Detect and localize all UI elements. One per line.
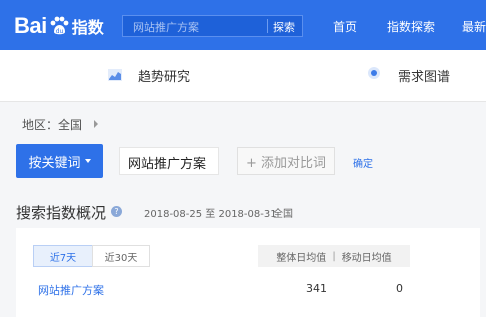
column-overall-daily-avg: 整体日均值 bbox=[276, 252, 327, 264]
sub-navigation: 趋势研究 需求图谱 bbox=[0, 50, 486, 102]
keyword-input-value: 网站推广方案 bbox=[128, 157, 207, 172]
svg-text:du: du bbox=[55, 28, 63, 35]
keyword-input[interactable]: 网站推广方案 bbox=[119, 147, 219, 175]
region-selector[interactable]: 地区：全国 bbox=[22, 116, 82, 133]
chevron-right-icon[interactable] bbox=[94, 120, 98, 128]
tab-30-days[interactable]: 近30天 bbox=[92, 245, 150, 267]
page-title: 搜索指数概况 bbox=[16, 204, 107, 222]
top-header: Bai du 指数 网站推广方案 探索 首页 指数探索 最新 bbox=[0, 0, 486, 50]
logo-suffix: 指数 bbox=[71, 18, 104, 37]
area-label: 全国 bbox=[273, 209, 293, 220]
help-icon[interactable]: ? bbox=[111, 206, 122, 217]
caret-down-icon bbox=[84, 159, 91, 163]
tab-trend-research[interactable]: 趋势研究 bbox=[138, 66, 190, 85]
search-divider bbox=[267, 19, 268, 33]
date-range: 2018-08-25 至 2018-08-31 bbox=[144, 209, 277, 220]
baidu-index-logo[interactable]: Bai du 指数 bbox=[14, 12, 104, 40]
baidu-paw-icon: du bbox=[48, 15, 70, 37]
column-divider: | bbox=[332, 250, 336, 262]
column-mobile-daily-avg: 移动日均值 bbox=[341, 252, 392, 264]
main-content: 地区：全国 按关键词 网站推广方案 + 添加对比词 确定 搜索指数概况 ? 20… bbox=[0, 102, 486, 317]
logo-text: Bai bbox=[14, 13, 47, 38]
demand-map-icon bbox=[368, 67, 380, 79]
table-row-mobile: 0 bbox=[396, 282, 403, 295]
nav-latest[interactable]: 最新 bbox=[462, 18, 486, 35]
keyword-mode-button[interactable]: 按关键词 bbox=[16, 144, 103, 178]
tab-demand-map[interactable]: 需求图谱 bbox=[398, 66, 450, 85]
search-input[interactable]: 网站推广方案 bbox=[133, 19, 199, 35]
table-row-overall: 341 bbox=[306, 282, 327, 295]
nav-index-explore[interactable]: 指数探索 bbox=[387, 18, 435, 35]
table-header: 整体日均值 | 移动日均值 bbox=[258, 245, 410, 267]
table-row-keyword[interactable]: 网站推广方案 bbox=[38, 282, 104, 298]
trend-chart-icon bbox=[108, 66, 122, 81]
keyword-mode-label: 按关键词 bbox=[28, 155, 81, 171]
search-button[interactable]: 探索 bbox=[273, 19, 295, 35]
header-search-box[interactable]: 网站推广方案 探索 bbox=[122, 15, 303, 37]
overview-panel: 近7天 近30天 整体日均值 | 移动日均值 网站推广方案 341 0 bbox=[16, 228, 480, 317]
tab-7-days[interactable]: 近7天 bbox=[33, 245, 93, 267]
confirm-link[interactable]: 确定 bbox=[353, 155, 373, 170]
add-compare-button[interactable]: + 添加对比词 bbox=[237, 147, 335, 175]
nav-home[interactable]: 首页 bbox=[333, 18, 357, 35]
